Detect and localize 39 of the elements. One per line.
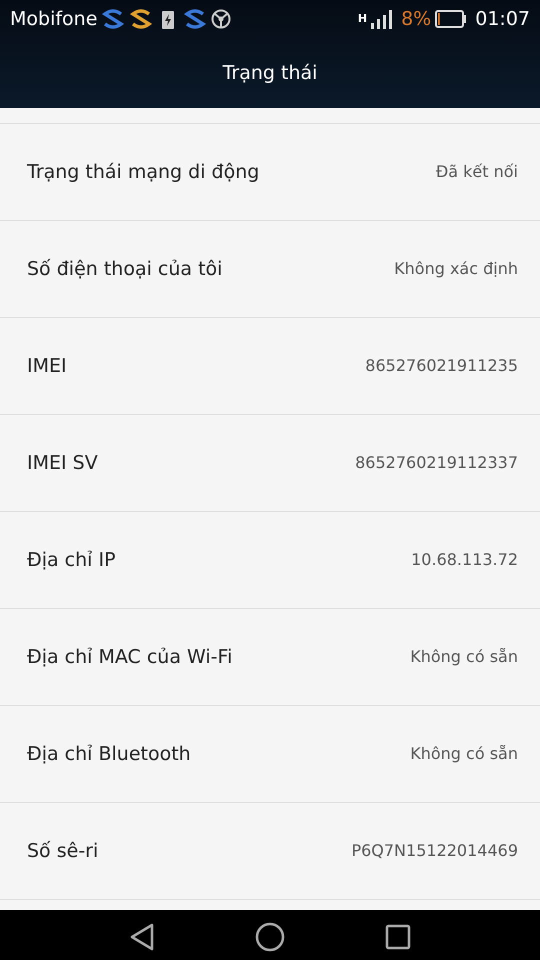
- row-label: Số sê-ri: [27, 838, 98, 864]
- back-icon[interactable]: [129, 923, 155, 951]
- clock-time: 01:07: [475, 6, 530, 32]
- battery-charge-icon: [161, 9, 176, 29]
- row-label: Trạng thái mạng di động: [27, 160, 260, 185]
- row-label: Địa chỉ MAC của Wi-Fi: [27, 644, 232, 670]
- list-row[interactable]: Số sê-ri P6Q7N15122014469: [0, 803, 540, 900]
- row-label: IMEI SV: [27, 450, 98, 476]
- battery-percent: 8%: [401, 6, 432, 32]
- list-row[interactable]: Số điện thoại của tôi Không xác định: [0, 221, 540, 318]
- shield-app-icon: [129, 9, 154, 29]
- row-value: Không có sẵn: [410, 646, 518, 668]
- shield-app-icon: [101, 9, 126, 29]
- signal-icon: [371, 9, 394, 29]
- home-icon[interactable]: [255, 922, 285, 952]
- list-row[interactable]: Trạng thái mạng di động Đã kết nối: [0, 124, 540, 221]
- screen-title: Trạng thái: [222, 60, 318, 86]
- list-row[interactable]: IMEI SV 8652760219112337: [0, 415, 540, 512]
- row-value: 8652760219112337: [355, 452, 518, 474]
- list-row[interactable]: Địa chỉ MAC của Wi-Fi Không có sẵn: [0, 609, 540, 706]
- row-label: Địa chỉ Bluetooth: [27, 742, 191, 767]
- row-label: IMEI: [27, 354, 67, 379]
- list-row[interactable]: Địa chỉ Bluetooth Không có sẵn: [0, 706, 540, 803]
- row-value: Không có sẵn: [410, 743, 518, 765]
- shield-app-icon: [183, 9, 208, 29]
- row-value: 865276021911235: [365, 355, 518, 377]
- list-row[interactable]: IMEI 865276021911235: [0, 318, 540, 415]
- row-value: P6Q7N15122014469: [351, 840, 518, 862]
- row-value: 10.68.113.72: [411, 549, 518, 571]
- row-value: Đã kết nối: [436, 161, 518, 183]
- network-type-label: H: [358, 10, 368, 27]
- row-label: Địa chỉ IP: [27, 548, 116, 573]
- row-value: Không xác định: [394, 258, 518, 280]
- recents-icon[interactable]: [385, 924, 411, 950]
- list-row[interactable]: Địa chỉ IP 10.68.113.72: [0, 512, 540, 609]
- carrier-name: Mobifone: [10, 6, 98, 32]
- steering-wheel-icon: [211, 9, 232, 29]
- battery-icon: [435, 10, 468, 28]
- row-label: Số điện thoại của tôi: [27, 256, 222, 282]
